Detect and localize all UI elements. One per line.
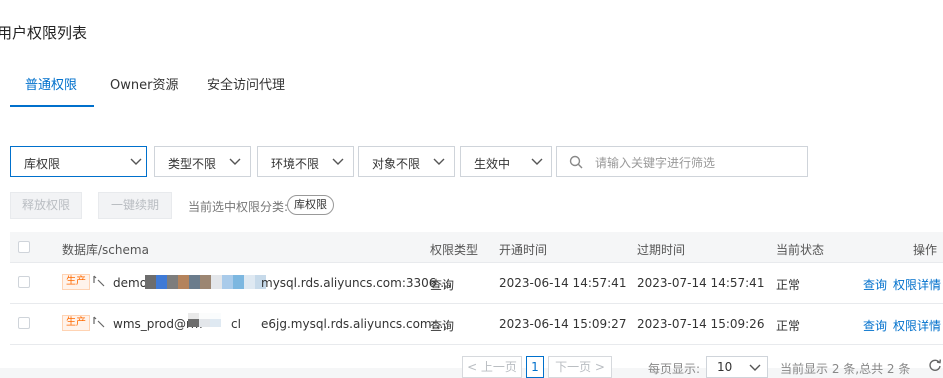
perm-type-cell: 查询 (430, 278, 455, 292)
type-filter-select[interactable]: 类型不限 (154, 146, 251, 177)
chevron-down-icon (749, 364, 761, 371)
row-divider (10, 303, 943, 304)
release-permission-button[interactable]: 释放权限 (10, 192, 82, 219)
page-size-label: 每页显示: (648, 362, 701, 376)
page-title: 用户权限列表 (0, 24, 88, 42)
row-divider (10, 262, 943, 263)
db-name-middle: cl (231, 317, 241, 331)
expire-time-cell: 2023-07-14 14:57:41 (637, 276, 765, 290)
tab-owner-resources[interactable]: Owner资源 (110, 74, 178, 93)
column-header-open-time: 开通时间 (499, 243, 548, 257)
page-header: 用户权限列表 普通权限 Owner资源 安全访问代理 (0, 0, 943, 107)
search-icon (569, 155, 583, 169)
chevron-down-icon (229, 158, 241, 165)
column-header-ops: 操作 (913, 243, 938, 257)
select-all-checkbox[interactable] (18, 241, 30, 253)
chevron-down-icon (130, 158, 142, 165)
row-divider (10, 344, 943, 345)
search-input[interactable] (593, 153, 803, 173)
refresh-icon[interactable] (928, 358, 942, 372)
page-size-select[interactable]: 10 (706, 356, 768, 378)
column-header-expire-time: 过期时间 (637, 243, 686, 257)
status-filter-select[interactable]: 生效中 (460, 146, 552, 177)
column-header-perm-type: 权限类型 (430, 243, 479, 257)
next-page-button[interactable]: 下一页 > (548, 356, 612, 378)
expire-time-cell: 2023-07-14 15:09:26 (637, 317, 765, 331)
tab-normal-permissions[interactable]: 普通权限 (25, 74, 77, 93)
column-header-status: 当前状态 (776, 243, 825, 257)
one-click-renew-button[interactable]: 一键续期 (98, 192, 172, 219)
page-1-button[interactable]: 1 (526, 356, 544, 378)
column-header-db: 数据库/schema (62, 243, 149, 257)
redacted-blur (160, 309, 260, 319)
db-name-prefix: demo (113, 276, 148, 290)
permission-detail-link[interactable]: 权限详情 (893, 276, 941, 293)
env-filter-select[interactable]: 环境不限 (257, 146, 354, 177)
db-name-suffix: mysql.rds.aliyuncs.com:3306 ... (261, 276, 452, 290)
permission-category-value: 库权限 (24, 157, 61, 171)
database-link-icon (93, 316, 105, 328)
redacted-mosaic (145, 275, 266, 289)
current-category-badge: 库权限 (287, 195, 334, 215)
permission-detail-link[interactable]: 权限详情 (893, 317, 941, 334)
tab-secure-access-proxy[interactable]: 安全访问代理 (207, 74, 285, 93)
current-category-label: 当前选中权限分类: (188, 200, 289, 214)
object-filter-select[interactable]: 对象不限 (358, 146, 455, 177)
permission-category-select[interactable]: 库权限 (10, 146, 147, 177)
open-time-cell: 2023-06-14 14:57:41 (499, 276, 627, 290)
search-box (556, 146, 808, 177)
chevron-down-icon (433, 158, 445, 165)
open-time-cell: 2023-06-14 15:09:27 (499, 317, 627, 331)
query-link[interactable]: 查询 (863, 276, 887, 293)
row-checkbox[interactable] (18, 276, 30, 288)
prev-page-button[interactable]: < 上一页 (462, 356, 522, 378)
status-cell: 正常 (776, 319, 801, 333)
env-filter-value: 环境不限 (271, 157, 320, 171)
redacted-blur (140, 289, 260, 303)
query-link[interactable]: 查询 (863, 317, 887, 334)
perm-type-cell: 查询 (430, 319, 455, 333)
type-filter-value: 类型不限 (168, 157, 217, 171)
env-tag-prod: 生产 (62, 274, 90, 290)
database-link-icon (93, 275, 105, 287)
db-name-suffix: e6jg.mysql.rds.aliyuncs.com:... (261, 317, 448, 331)
object-filter-value: 对象不限 (372, 157, 421, 171)
env-tag-prod: 生产 (62, 315, 90, 331)
pagination-summary: 当前显示 2 条,总共 2 条 (780, 362, 911, 376)
row-checkbox[interactable] (18, 317, 30, 329)
page-size-value: 10 (717, 360, 733, 374)
status-filter-value: 生效中 (474, 157, 511, 171)
chevron-down-icon (531, 158, 543, 165)
status-cell: 正常 (776, 278, 801, 292)
chevron-down-icon (332, 158, 344, 165)
